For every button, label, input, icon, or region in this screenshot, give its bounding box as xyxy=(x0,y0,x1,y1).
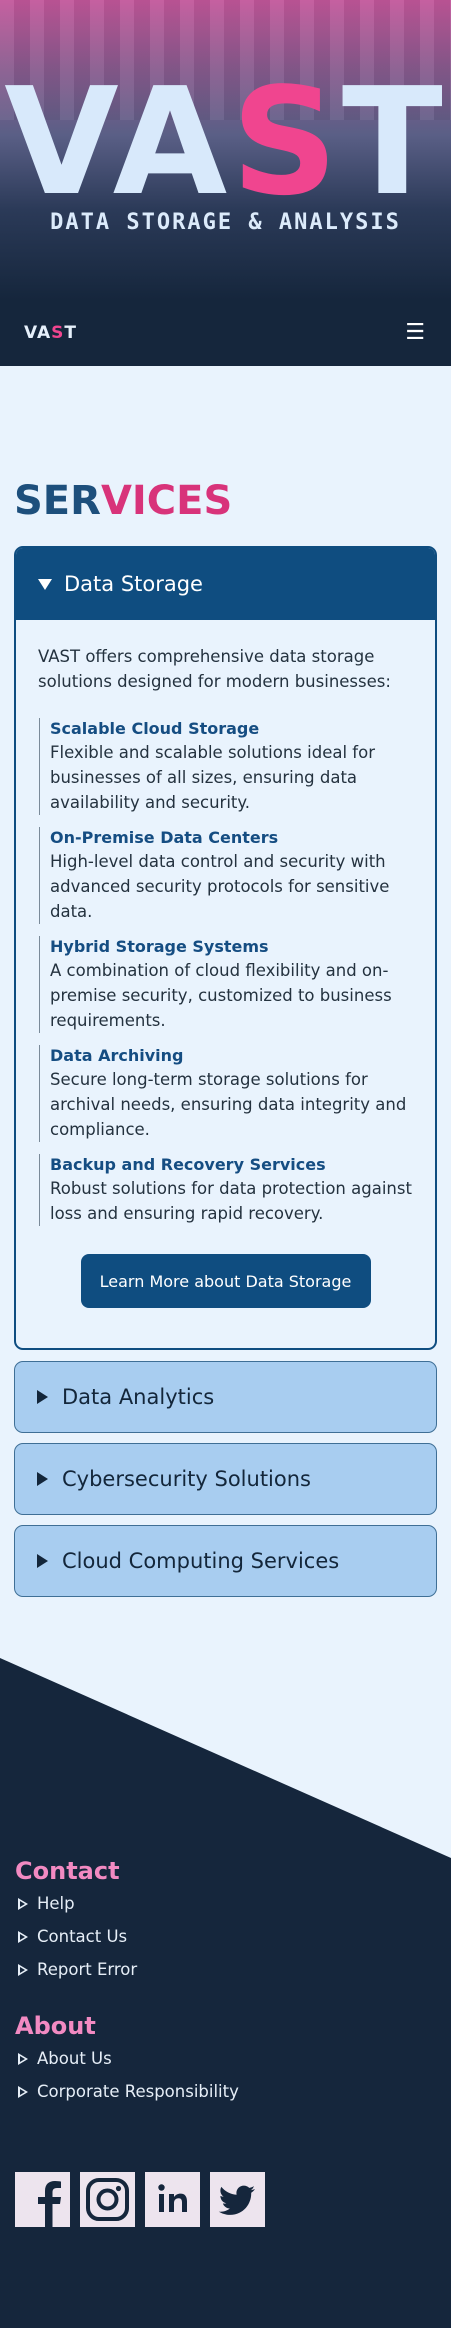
about-heading: About xyxy=(15,2012,96,2040)
triangle-right-icon xyxy=(18,2085,28,2098)
linkedin-icon[interactable] xyxy=(145,2172,200,2227)
hero-title: VAST xyxy=(4,56,447,228)
footer-link-report-error[interactable]: Report Error xyxy=(18,1960,137,1979)
accordion-label: Data Storage xyxy=(64,572,203,596)
triangle-right-icon xyxy=(18,2052,28,2065)
accordion-label: Data Analytics xyxy=(62,1385,215,1409)
footer-link-help[interactable]: Help xyxy=(18,1894,75,1913)
triangle-right-icon xyxy=(18,1897,28,1910)
accordion-cloud-computing[interactable]: Cloud Computing Services xyxy=(14,1525,437,1597)
service-item-desc: A combination of cloud flexibility and o… xyxy=(50,961,392,1030)
accordion-label: Cloud Computing Services xyxy=(62,1549,340,1573)
navbar: VAST ☰ xyxy=(0,300,451,366)
triangle-right-icon xyxy=(37,1554,48,1568)
accordion-header-data-storage[interactable]: Data Storage xyxy=(16,548,435,620)
hamburger-menu-icon[interactable]: ☰ xyxy=(405,322,425,344)
service-item-title: On-Premise Data Centers xyxy=(50,828,279,847)
brand-logo[interactable]: VAST xyxy=(24,323,77,343)
footer-link-contact-us[interactable]: Contact Us xyxy=(18,1927,127,1946)
facebook-icon[interactable] xyxy=(15,2172,70,2227)
service-item-desc: High-level data control and security wit… xyxy=(50,852,390,921)
services-heading: SERVICES xyxy=(14,478,233,524)
triangle-right-icon xyxy=(37,1390,48,1404)
service-item: Backup and Recovery Services Robust solu… xyxy=(39,1154,413,1226)
footer-link-corporate-responsibility[interactable]: Corporate Responsibility xyxy=(18,2082,239,2101)
service-item: On-Premise Data Centers High-level data … xyxy=(39,827,413,924)
hero-subtitle: DATA STORAGE & ANALYSIS xyxy=(50,210,401,235)
learn-more-button[interactable]: Learn More about Data Storage xyxy=(80,1254,371,1308)
twitter-icon[interactable] xyxy=(210,2172,265,2227)
triangle-right-icon xyxy=(18,1963,28,1976)
service-item: Hybrid Storage Systems A combination of … xyxy=(39,936,413,1033)
service-item-title: Data Archiving xyxy=(50,1046,184,1065)
triangle-right-icon xyxy=(37,1472,48,1486)
footer-link-about-us[interactable]: About Us xyxy=(18,2049,112,2068)
service-item: Scalable Cloud Storage Flexible and scal… xyxy=(39,718,413,815)
service-item-desc: Robust solutions for data protection aga… xyxy=(50,1179,412,1223)
accordion-body: VAST offers comprehensive data storage s… xyxy=(16,620,435,1308)
accordion-intro: VAST offers comprehensive data storage s… xyxy=(38,647,391,691)
service-item-title: Backup and Recovery Services xyxy=(50,1155,326,1174)
service-item-title: Scalable Cloud Storage xyxy=(50,719,260,738)
accordion-cybersecurity[interactable]: Cybersecurity Solutions xyxy=(14,1443,437,1515)
accordion-data-analytics[interactable]: Data Analytics xyxy=(14,1361,437,1433)
service-item-desc: Secure long-term storage solutions for a… xyxy=(50,1070,407,1139)
service-item-desc: Flexible and scalable solutions ideal fo… xyxy=(50,743,375,812)
hero-banner: VAST DATA STORAGE & ANALYSIS xyxy=(0,0,451,300)
service-item-title: Hybrid Storage Systems xyxy=(50,937,269,956)
accordion-data-storage: Data Storage VAST offers comprehensive d… xyxy=(14,546,437,1350)
footer xyxy=(0,1658,451,2328)
accordion-label: Cybersecurity Solutions xyxy=(62,1467,311,1491)
triangle-down-icon xyxy=(38,578,52,590)
service-item: Data Archiving Secure long-term storage … xyxy=(39,1045,413,1142)
instagram-icon[interactable] xyxy=(80,2172,135,2227)
triangle-right-icon xyxy=(18,1930,28,1943)
contact-heading: Contact xyxy=(15,1857,120,1885)
